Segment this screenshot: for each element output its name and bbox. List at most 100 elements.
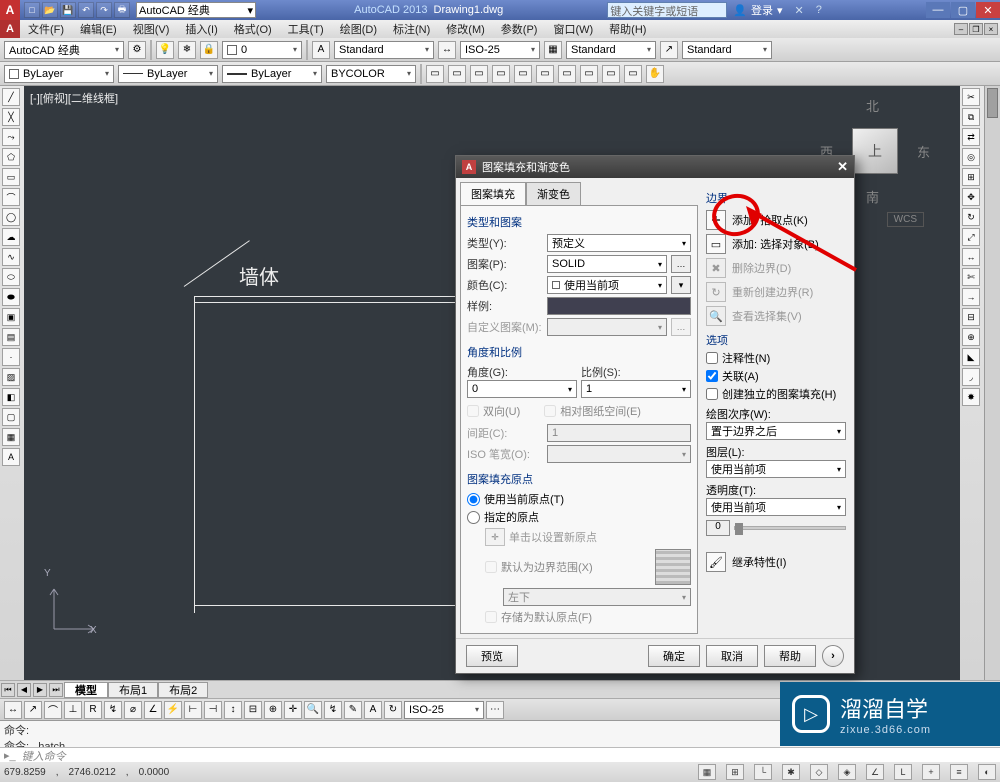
tab-hatch[interactable]: 图案填充 xyxy=(460,182,526,205)
minimize-button[interactable]: — xyxy=(926,2,950,18)
layer-combo[interactable]: 使用当前项▾ xyxy=(706,460,846,478)
expand-dialog-button[interactable]: › xyxy=(822,645,844,667)
new-icon[interactable]: □ xyxy=(24,2,40,18)
ok-button[interactable]: 确定 xyxy=(648,645,700,667)
block-make-icon[interactable]: ▤ xyxy=(2,328,20,346)
slider-thumb[interactable] xyxy=(735,523,743,535)
gradient-icon[interactable]: ◧ xyxy=(2,388,20,406)
viewport-icon[interactable]: ▭ xyxy=(448,65,466,83)
break-icon[interactable]: ⊟ xyxy=(962,308,980,326)
type-combo[interactable]: 预定义▾ xyxy=(547,234,691,252)
workspace-dropdown[interactable]: AutoCAD 经典▾ xyxy=(4,41,124,59)
tab-nav-next[interactable]: ▶ xyxy=(33,683,47,697)
tab-nav-prev[interactable]: ◀ xyxy=(17,683,31,697)
tab-nav-last[interactable]: ⏭ xyxy=(49,683,63,697)
hatch-icon[interactable]: ▨ xyxy=(2,368,20,386)
menu-tools[interactable]: 工具(T) xyxy=(280,21,332,37)
menu-modify[interactable]: 修改(M) xyxy=(438,21,493,37)
region-icon[interactable]: ▢ xyxy=(2,408,20,426)
mleader-style-icon[interactable]: ↗ xyxy=(660,41,678,59)
layer-state-combo[interactable]: 0▾ xyxy=(222,41,302,59)
chamfer-icon[interactable]: ◣ xyxy=(962,348,980,366)
pattern-browse-button[interactable]: … xyxy=(671,255,691,273)
compass-north[interactable]: 北 xyxy=(866,96,879,115)
otrack-icon[interactable]: ∠ xyxy=(866,764,884,780)
annotative-checkbox[interactable]: 注释性(N) xyxy=(706,350,846,366)
view-cube-top[interactable]: 上 xyxy=(852,128,898,174)
tolerance-icon[interactable]: ⊕ xyxy=(264,701,282,719)
dim-style-combo-bottom[interactable]: ISO-25▾ xyxy=(404,701,484,719)
dim-aligned-icon[interactable]: ↗ xyxy=(24,701,42,719)
vertical-scrollbar[interactable] xyxy=(984,86,1000,680)
dyn-icon[interactable]: + xyxy=(922,764,940,780)
join-icon[interactable]: ⊕ xyxy=(962,328,980,346)
pan-icon[interactable]: ✋ xyxy=(646,65,664,83)
circle-icon[interactable]: ◯ xyxy=(2,208,20,226)
menu-format[interactable]: 格式(O) xyxy=(226,21,280,37)
add-select-objects-button[interactable]: ▭ 添加: 选择对象(B) xyxy=(706,234,846,254)
layout-tab-model[interactable]: 模型 xyxy=(64,682,108,698)
spline-icon[interactable]: ∿ xyxy=(2,248,20,266)
maximize-button[interactable]: ▢ xyxy=(951,2,975,18)
help-button[interactable]: 帮助 xyxy=(764,645,816,667)
viewport-icon[interactable]: ▭ xyxy=(624,65,642,83)
close-button[interactable]: ✕ xyxy=(976,2,1000,18)
point-icon[interactable]: · xyxy=(2,348,20,366)
ortho-icon[interactable]: └ xyxy=(754,764,772,780)
tab-gradient[interactable]: 渐变色 xyxy=(526,182,581,205)
layer-freeze-icon[interactable]: ❄ xyxy=(178,41,196,59)
dim-radius-icon[interactable]: R xyxy=(84,701,102,719)
scrollbar-thumb[interactable] xyxy=(987,88,998,118)
sample-swatch[interactable] xyxy=(547,297,691,315)
osnap-icon[interactable]: ◇ xyxy=(810,764,828,780)
trim-icon[interactable]: ✄ xyxy=(962,268,980,286)
copy-icon[interactable]: ⧉ xyxy=(962,108,980,126)
dim-arc-icon[interactable]: ⌒ xyxy=(44,701,62,719)
dim-continue-icon[interactable]: ⊣ xyxy=(204,701,222,719)
xline-icon[interactable]: ╳ xyxy=(2,108,20,126)
mdi-restore-button[interactable]: ❐ xyxy=(969,23,983,35)
exchange-icon[interactable]: ✕ xyxy=(795,4,804,17)
compass-south[interactable]: 南 xyxy=(866,187,879,206)
arc-icon[interactable]: ⌒ xyxy=(2,188,20,206)
pattern-combo[interactable]: SOLID▾ xyxy=(547,255,667,273)
workspace-combo[interactable]: AutoCAD 经典 ▾ xyxy=(136,2,256,18)
redo-icon[interactable]: ↷ xyxy=(96,2,112,18)
erase-icon[interactable]: ✂ xyxy=(962,88,980,106)
ucs-icon[interactable]: Y X xyxy=(44,568,104,650)
array-icon[interactable]: ⊞ xyxy=(962,168,980,186)
transparency-value[interactable]: 0 xyxy=(706,520,730,536)
login-area[interactable]: 👤 登录 ▾ xyxy=(733,2,782,18)
mirror-icon[interactable]: ⇄ xyxy=(962,128,980,146)
save-icon[interactable]: 💾 xyxy=(60,2,76,18)
add-pick-points-button[interactable]: ✛ 添加: 拾取点(K) xyxy=(706,210,846,230)
dim-jogged-icon[interactable]: ↯ xyxy=(104,701,122,719)
dim-quick-icon[interactable]: ⚡ xyxy=(164,701,182,719)
menu-draw[interactable]: 绘图(D) xyxy=(332,21,385,37)
menu-view[interactable]: 视图(V) xyxy=(125,21,178,37)
table-style-combo[interactable]: Standard▾ xyxy=(566,41,656,59)
dim-style-combo[interactable]: ISO-25▾ xyxy=(460,41,540,59)
move-icon[interactable]: ✥ xyxy=(962,188,980,206)
compass-east[interactable]: 东 xyxy=(917,142,930,161)
explode-icon[interactable]: ✸ xyxy=(962,388,980,406)
menu-insert[interactable]: 插入(I) xyxy=(177,21,225,37)
open-icon[interactable]: 📂 xyxy=(42,2,58,18)
layout-tab-2[interactable]: 布局2 xyxy=(158,682,208,698)
viewport-icon[interactable]: ▭ xyxy=(580,65,598,83)
block-insert-icon[interactable]: ▣ xyxy=(2,308,20,326)
layer-lock-icon[interactable]: 🔒 xyxy=(200,41,218,59)
snap-mode-icon[interactable]: ▦ xyxy=(698,764,716,780)
revcloud-icon[interactable]: ☁ xyxy=(2,228,20,246)
line-icon[interactable]: ╱ xyxy=(2,88,20,106)
color-combo[interactable]: ByLayer▾ xyxy=(4,65,114,83)
extend-icon[interactable]: → xyxy=(962,288,980,306)
mdi-close-button[interactable]: × xyxy=(984,23,998,35)
dim-break-icon[interactable]: ⊟ xyxy=(244,701,262,719)
dim-ordinate-icon[interactable]: ⊥ xyxy=(64,701,82,719)
inspect-icon[interactable]: 🔍 xyxy=(304,701,322,719)
app-menu-icon[interactable]: A xyxy=(0,20,20,38)
polar-icon[interactable]: ✱ xyxy=(782,764,800,780)
dim-style-icon[interactable]: ↔ xyxy=(438,41,456,59)
dim-space-icon[interactable]: ↕ xyxy=(224,701,242,719)
